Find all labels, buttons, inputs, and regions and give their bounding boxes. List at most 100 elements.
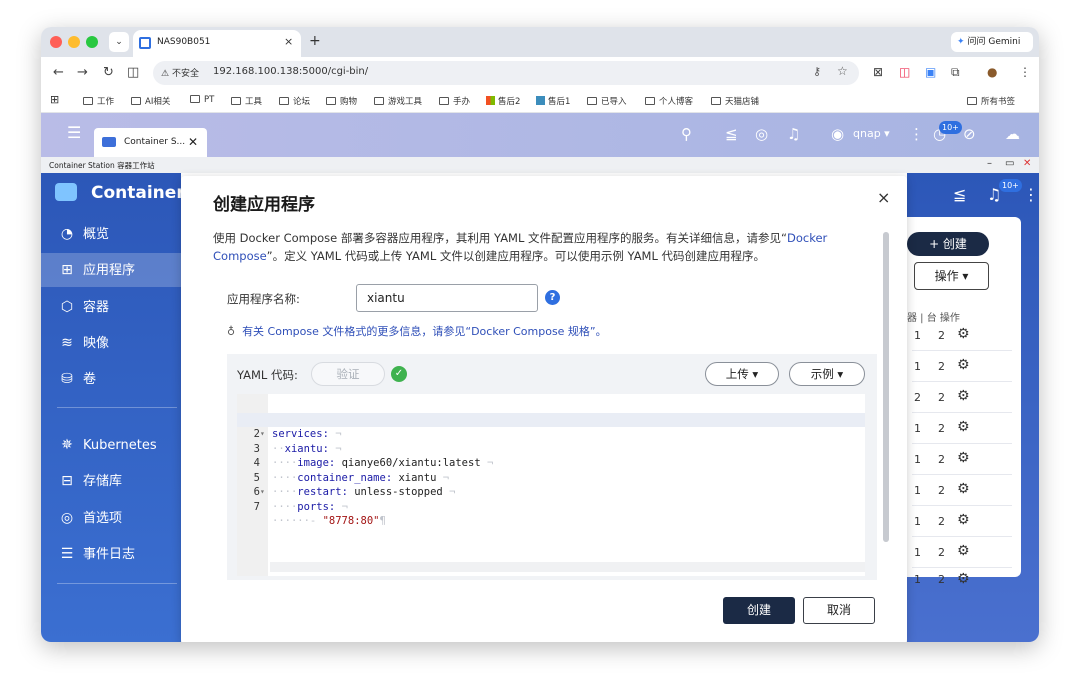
- forward-arrow-icon[interactable]: →: [77, 65, 88, 80]
- gear-icon[interactable]: ⚙: [957, 419, 970, 435]
- gear-icon[interactable]: ⚙: [957, 543, 970, 559]
- apps-grid-icon[interactable]: ⊞: [50, 93, 59, 106]
- user-menu[interactable]: qnap ▾: [853, 127, 890, 140]
- code-line[interactable]: 5 ····restart: unless-stopped ¬: [237, 456, 865, 499]
- code-line[interactable]: 7 ······- "8778:80"¶: [237, 485, 865, 528]
- sidebar-item-preferences[interactable]: ◎ 首选项: [41, 501, 181, 535]
- table-row[interactable]: 1 2 ⚙: [912, 538, 1012, 568]
- table-row[interactable]: 1 2 ⚙: [912, 414, 1012, 444]
- code-line[interactable]: 3 ····image: qianye60/xiantu:latest ¬: [237, 427, 865, 470]
- sidebar-item-applications[interactable]: ⊞ 应用程序: [41, 253, 181, 287]
- compose-spec-tip[interactable]: ♁ 有关 Compose 文件格式的更多信息，请参见“Docker Compose…: [227, 323, 607, 339]
- gemini-button[interactable]: ✦ 问问 Gemini: [951, 32, 1033, 52]
- notification-bell-icon[interactable]: ♫: [787, 125, 800, 143]
- browser-tab[interactable]: NAS90B051 ×: [133, 30, 301, 57]
- code-line-active[interactable]: 2 ▾ ··xiantu: ¬: [237, 412, 865, 455]
- close-tab-icon[interactable]: ×: [284, 35, 293, 48]
- insecure-warning[interactable]: ⚠ 不安全: [161, 66, 199, 79]
- close-app-tab-icon[interactable]: ✕: [188, 135, 198, 149]
- sidebar-item-images[interactable]: ≋ 映像: [41, 326, 181, 360]
- table-row[interactable]: 1 2 ⚙: [912, 445, 1012, 475]
- sidebar-item-kubernetes[interactable]: ✵ Kubernetes: [41, 428, 181, 462]
- extension-red-icon[interactable]: ◫: [899, 65, 910, 79]
- profile-avatar[interactable]: ●: [987, 65, 997, 79]
- sidebar-item-containers[interactable]: ⬡ 容器: [41, 290, 181, 324]
- close-app-icon[interactable]: ✕: [1023, 158, 1031, 169]
- bookmark-folder[interactable]: AI相关: [131, 95, 170, 107]
- dialog-scrollbar-thumb[interactable]: [883, 232, 889, 542]
- sidebar-item-registry[interactable]: ⊟ 存储库: [41, 464, 181, 498]
- upload-dropdown-button[interactable]: 上传 ▾: [705, 362, 779, 386]
- table-row[interactable]: 1 2 ⚙: [912, 476, 1012, 506]
- compose-spec-link[interactable]: 有关 Compose 文件格式的更多信息，请参见“Docker Compose …: [242, 325, 607, 338]
- gear-icon[interactable]: ⚙: [957, 450, 970, 466]
- bookmark-folder[interactable]: PT: [190, 95, 214, 105]
- minimize-app-icon[interactable]: –: [987, 158, 992, 169]
- split-view-icon[interactable]: ◫: [127, 65, 139, 80]
- table-row[interactable]: 1 2 ⚙: [912, 569, 1012, 595]
- password-key-icon[interactable]: ⚷: [813, 65, 821, 78]
- code-line[interactable]: 1▾ services: ¬: [237, 398, 865, 441]
- url-bar[interactable]: ⚠ 不安全 192.168.100.138:5000/cgi-bin/ ⚷ ☆: [153, 61, 859, 85]
- cancel-button[interactable]: 取消: [803, 597, 875, 624]
- minimize-window-button[interactable]: [68, 36, 80, 48]
- code-line[interactable]: 4 ····container_name: xiantu ¬: [237, 442, 865, 484]
- app-name-input[interactable]: xiantu: [356, 284, 538, 312]
- bookmark-folder[interactable]: 工作: [83, 95, 114, 107]
- back-arrow-icon[interactable]: ←: [53, 65, 64, 80]
- tasks-icon[interactable]: ≦: [953, 185, 966, 204]
- resource-monitor-icon[interactable]: ⊘: [963, 125, 976, 143]
- more-options-icon[interactable]: ⋮: [1023, 185, 1039, 204]
- actions-dropdown[interactable]: 操作 ▾: [914, 262, 989, 290]
- sidebar-item-volumes[interactable]: ⛁ 卷: [41, 362, 181, 396]
- bookmark-folder[interactable]: 工具: [231, 95, 262, 107]
- main-menu-icon[interactable]: ☰: [67, 123, 81, 142]
- more-options-icon[interactable]: ⋮: [909, 125, 924, 143]
- gear-icon[interactable]: ⚙: [957, 357, 970, 373]
- table-row[interactable]: 1 2 ⚙: [912, 507, 1012, 537]
- bookmark-star-icon[interactable]: ☆: [837, 64, 848, 78]
- gear-icon[interactable]: ⚙: [957, 512, 970, 528]
- table-row[interactable]: 1 2 ⚙: [912, 321, 1012, 351]
- bookmark-folder[interactable]: 游戏工具: [374, 95, 422, 107]
- search-icon[interactable]: ⚲: [681, 125, 692, 143]
- maximize-window-button[interactable]: [86, 36, 98, 48]
- bookmark-folder[interactable]: 论坛: [279, 95, 310, 107]
- gear-icon[interactable]: ⚙: [957, 388, 970, 404]
- editor-horizontal-scrollbar[interactable]: [270, 562, 865, 572]
- url-text[interactable]: 192.168.100.138:5000/cgi-bin/: [213, 66, 368, 77]
- extension-icon[interactable]: ⊠: [873, 65, 883, 79]
- example-dropdown-button[interactable]: 示例 ▾: [789, 362, 865, 386]
- user-avatar-icon[interactable]: ◉: [831, 125, 844, 143]
- bookmark-folder[interactable]: 天猫店铺: [711, 95, 759, 107]
- bookmark-folder[interactable]: 已导入: [587, 95, 627, 107]
- create-button[interactable]: 创建: [723, 597, 795, 624]
- tab-search-icon[interactable]: ⌄: [109, 32, 129, 52]
- extension-blue-icon[interactable]: ▣: [925, 65, 936, 79]
- code-line[interactable]: 6 ▾ ····ports: ¬: [237, 471, 865, 513]
- table-row[interactable]: 1 2 ⚙: [912, 352, 1012, 382]
- table-row[interactable]: 2 2 ⚙: [912, 383, 1012, 413]
- tasks-icon[interactable]: ≦: [725, 125, 738, 143]
- gear-icon[interactable]: ⚙: [957, 571, 970, 587]
- extensions-puzzle-icon[interactable]: ⧉: [951, 65, 960, 80]
- new-tab-button[interactable]: +: [309, 33, 321, 49]
- create-app-button[interactable]: + 创建: [907, 232, 989, 256]
- sidebar-item-overview[interactable]: ◔ 概览: [41, 217, 181, 251]
- verify-button[interactable]: 验证: [311, 362, 385, 386]
- bookmark-folder[interactable]: 个人博客: [645, 95, 693, 107]
- close-window-button[interactable]: [50, 36, 62, 48]
- help-icon[interactable]: ?: [545, 290, 560, 305]
- maximize-app-icon[interactable]: ▭: [1005, 158, 1014, 169]
- reload-icon[interactable]: ↻: [103, 65, 114, 80]
- close-dialog-icon[interactable]: ×: [877, 188, 890, 207]
- myqnapcloud-icon[interactable]: ☁: [1005, 125, 1020, 143]
- yaml-code-editor[interactable]: 1▾ services: ¬ 2▾ ··xiantu: ¬ 3 ····imag…: [237, 394, 865, 576]
- bookmark-item[interactable]: 售后2: [486, 95, 520, 107]
- app-tab-container-station[interactable]: Container S... ✕: [94, 128, 207, 157]
- sidebar-item-event-log[interactable]: ☰ 事件日志: [41, 537, 181, 571]
- bookmark-folder[interactable]: 手办: [439, 95, 470, 107]
- bookmark-item[interactable]: 售后1: [536, 95, 570, 107]
- gear-icon[interactable]: ⚙: [957, 481, 970, 497]
- more-menu-icon[interactable]: ⋮: [1019, 65, 1031, 79]
